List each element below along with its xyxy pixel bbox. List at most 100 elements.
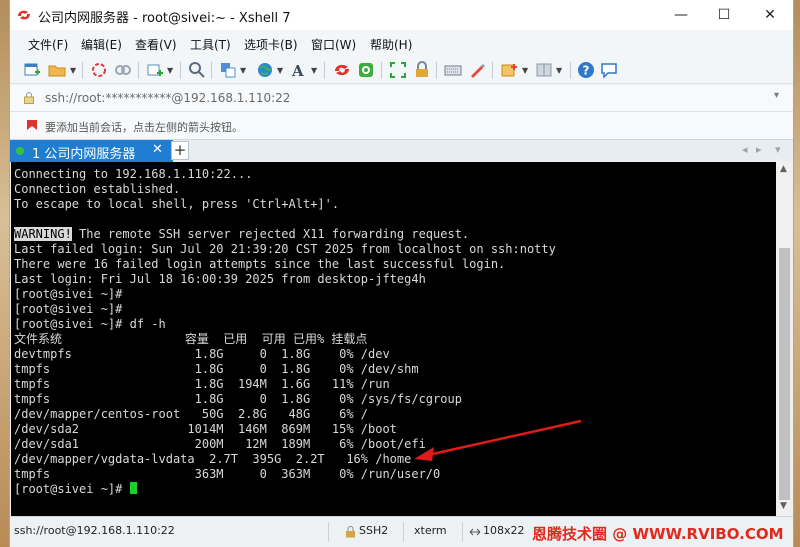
address-bar[interactable]: ssh://root:***********@192.168.1.110:22 … xyxy=(10,85,793,112)
df-row: tmpfs 1.8G 0 1.8G 0% /sys/fs/cgroup xyxy=(14,392,462,406)
fullscreen-icon[interactable] xyxy=(389,61,407,79)
new-session-icon[interactable] xyxy=(23,61,41,79)
new-tab-icon[interactable] xyxy=(146,61,164,79)
lock-icon[interactable] xyxy=(413,61,431,79)
address-dropdown-icon[interactable]: ▾ xyxy=(774,90,779,101)
df-row-home: /dev/mapper/vgdata-lvdata 2.7T 395G 2.2T… xyxy=(14,452,412,466)
xshell-window: 公司内网服务器 - root@sivei:~ - Xshell 7 — ☐ ✕ … xyxy=(9,0,794,547)
add-session-arrow-icon[interactable] xyxy=(26,119,38,131)
window-title: 公司内网服务器 - root@sivei:~ - Xshell 7 xyxy=(38,11,291,26)
terminal-line: Connecting to 192.168.1.110:22... xyxy=(14,167,253,181)
disconnect-icon[interactable] xyxy=(114,61,132,79)
status-separator xyxy=(403,522,404,542)
find-icon[interactable] xyxy=(188,61,206,79)
desktop-background-right xyxy=(794,0,800,547)
globe-icon[interactable] xyxy=(256,61,274,79)
terminal-size-icon xyxy=(469,528,481,536)
status-separator xyxy=(462,522,463,542)
menu-view[interactable]: 查看(V) xyxy=(135,36,177,53)
transfer-dropdown-icon[interactable]: ▼ xyxy=(240,66,246,75)
status-separator xyxy=(328,522,329,542)
tab-list-icon[interactable]: ▾ xyxy=(775,143,781,156)
warning-message: The remote SSH server rejected X11 forwa… xyxy=(71,227,470,241)
address-lock-icon xyxy=(24,92,34,104)
open-folder-icon[interactable] xyxy=(48,61,66,79)
compose-dropdown-icon[interactable]: ▼ xyxy=(522,66,528,75)
tab-session-1[interactable]: 1 公司内网服务器 ✕ xyxy=(10,140,173,162)
terminal-output[interactable]: Connecting to 192.168.1.110:22... Connec… xyxy=(11,162,776,516)
df-row: /dev/sda1 200M 12M 189M 6% /boot/efi xyxy=(14,437,426,451)
status-connection: ssh://root@192.168.1.110:22 xyxy=(14,524,175,537)
help-icon[interactable]: ? xyxy=(577,61,595,79)
address-input[interactable]: ssh://root:***********@192.168.1.110:22 xyxy=(45,91,290,105)
df-row: tmpfs 1.8G 0 1.8G 0% /dev/shm xyxy=(14,362,419,376)
toolbar: ▼ ▼ ▼ ▼ A ▼ ▼ ▼ ? xyxy=(10,57,793,84)
df-row: tmpfs 1.8G 194M 1.6G 11% /run xyxy=(14,377,390,391)
highlight-icon[interactable] xyxy=(468,61,486,79)
status-bar: ssh://root@192.168.1.110:22 SSH2 xterm 1… xyxy=(10,516,793,547)
watermark-text: 恩腾技术圈 @ WWW.RVIBO.COM xyxy=(532,525,784,543)
terminal-line: [root@sivei ~]# xyxy=(14,287,123,301)
toolbar-separator xyxy=(138,62,139,79)
status-terminal-size: 108x22 xyxy=(483,524,525,537)
df-row: /dev/sda2 1014M 146M 869M 15% /boot xyxy=(14,422,397,436)
toolbar-separator xyxy=(570,62,571,79)
xshell-app-icon xyxy=(18,10,30,20)
menu-bar: 文件(F) 编辑(E) 查看(V) 工具(T) 选项卡(B) 窗口(W) 帮助(… xyxy=(10,30,793,57)
font-icon[interactable]: A xyxy=(290,61,308,79)
scrollbar-thumb[interactable] xyxy=(779,248,790,500)
svg-text:?: ? xyxy=(583,64,590,78)
terminal-line: Last failed login: Sun Jul 20 21:39:20 C… xyxy=(14,242,556,256)
title-bar[interactable]: 公司内网服务器 - root@sivei:~ - Xshell 7 — ☐ ✕ xyxy=(10,0,793,30)
svg-text:A: A xyxy=(291,62,304,79)
tab-scroll-left-icon[interactable]: ◂ xyxy=(742,143,748,156)
transfer-icon[interactable] xyxy=(219,61,237,79)
df-row: tmpfs 363M 0 363M 0% /run/user/0 xyxy=(14,467,441,481)
reconnect-icon[interactable] xyxy=(90,61,108,79)
prompt-line: [root@sivei ~]# xyxy=(14,482,137,497)
chat-icon[interactable] xyxy=(600,61,618,79)
scroll-up-icon[interactable]: ▲ xyxy=(780,164,787,174)
status-terminal-type: xterm xyxy=(414,524,447,537)
tab-close-icon[interactable]: ✕ xyxy=(152,142,163,157)
menu-file[interactable]: 文件(F) xyxy=(28,36,68,53)
terminal-scrollbar[interactable]: ▲ ▼ xyxy=(776,162,793,516)
terminal-line: [root@sivei ~]# xyxy=(14,302,123,316)
xmanager-icon[interactable] xyxy=(357,61,375,79)
toolbar-separator xyxy=(436,62,437,79)
tab-label: 1 公司内网服务器 xyxy=(32,147,136,162)
menu-window[interactable]: 窗口(W) xyxy=(311,36,356,53)
close-button[interactable]: ✕ xyxy=(747,0,793,30)
add-tab-button[interactable]: + xyxy=(171,141,189,160)
terminal-cursor xyxy=(129,482,137,494)
font-dropdown-icon[interactable]: ▼ xyxy=(311,66,317,75)
toolbar-separator xyxy=(381,62,382,79)
minimize-button[interactable]: — xyxy=(658,0,704,30)
scroll-down-icon[interactable]: ▼ xyxy=(780,501,787,511)
menu-edit[interactable]: 编辑(E) xyxy=(81,36,122,53)
hint-bar: 要添加当前会话，点击左侧的箭头按钮。 xyxy=(10,112,793,139)
open-dropdown-icon[interactable]: ▼ xyxy=(70,66,76,75)
xftp-icon[interactable] xyxy=(333,61,351,79)
terminal-line-warning: WARNING! The remote SSH server rejected … xyxy=(14,227,469,242)
menu-help[interactable]: 帮助(H) xyxy=(370,36,412,53)
toolbar-separator xyxy=(324,62,325,79)
df-header-line: 文件系统 容量 已用 可用 已用% 挂载点 xyxy=(14,332,368,346)
new-tab-dropdown-icon[interactable]: ▼ xyxy=(167,66,173,75)
status-protocol: SSH2 xyxy=(359,524,389,537)
terminal-line: To escape to local shell, press 'Ctrl+Al… xyxy=(14,197,340,211)
layout-dropdown-icon[interactable]: ▼ xyxy=(556,66,562,75)
menu-tools[interactable]: 工具(T) xyxy=(190,36,231,53)
warning-label: WARNING! xyxy=(14,227,72,241)
tab-scroll-right-icon[interactable]: ▸ xyxy=(756,143,762,156)
toolbar-separator xyxy=(211,62,212,79)
hint-text: 要添加当前会话，点击左侧的箭头按钮。 xyxy=(45,121,243,134)
keyboard-icon[interactable] xyxy=(444,61,462,79)
terminal-line: [root@sivei ~]# df -h xyxy=(14,317,166,331)
globe-dropdown-icon[interactable]: ▼ xyxy=(277,66,283,75)
toolbar-separator xyxy=(180,62,181,79)
layout-icon[interactable] xyxy=(535,61,553,79)
compose-icon[interactable] xyxy=(500,61,518,79)
menu-tabs[interactable]: 选项卡(B) xyxy=(244,36,298,53)
maximize-button[interactable]: ☐ xyxy=(701,0,747,30)
